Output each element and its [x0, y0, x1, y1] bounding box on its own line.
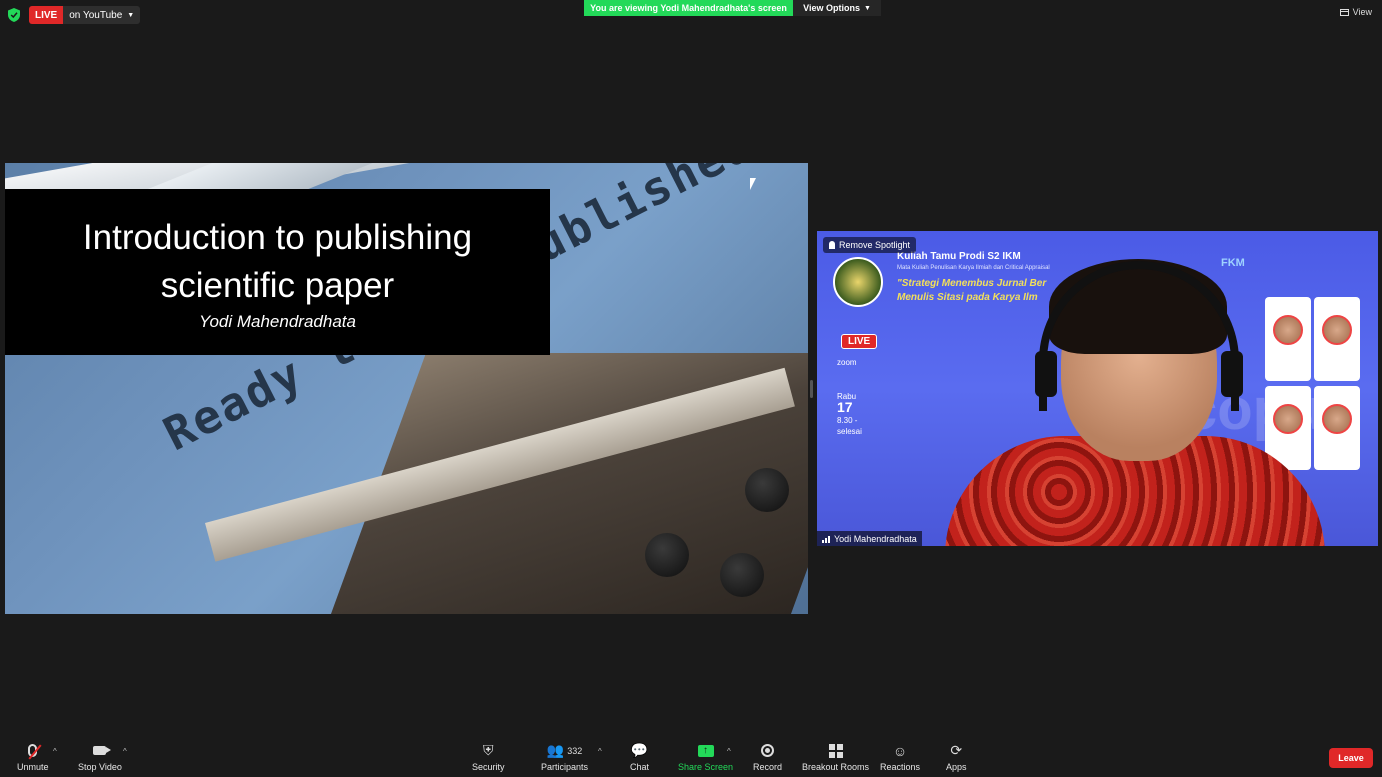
remove-spotlight-button[interactable]: Remove Spotlight	[823, 237, 917, 253]
chat-button[interactable]: 💬 Chat	[630, 742, 649, 772]
record-button[interactable]: Record	[753, 742, 782, 772]
participants-button[interactable]: 👥 332 Participants	[541, 742, 588, 772]
microphone-muted-icon	[28, 744, 42, 760]
record-icon	[761, 744, 774, 757]
live-platform-dropdown[interactable]: on YouTube ▼	[63, 6, 141, 24]
background-event-subtitle: Mata Kuliah Penulisan Karya Ilmiah dan C…	[897, 265, 1050, 271]
view-button[interactable]: View	[1339, 7, 1372, 17]
signal-strength-icon	[822, 535, 830, 543]
audio-options-chevron-icon[interactable]: ^	[53, 747, 57, 756]
background-fkm-logo: FKM	[1221, 257, 1245, 269]
background-headline: "Strategi Menembus Jurnal Ber Menulis Si…	[897, 277, 1046, 305]
live-streaming-indicator[interactable]: LIVE on YouTube ▼	[29, 6, 141, 24]
speaker-name: Yodi Mahendradhata	[834, 533, 917, 544]
leave-button[interactable]: Leave	[1329, 748, 1373, 768]
background-live-badge: LIVE	[841, 334, 878, 349]
viewing-screen-banner: You are viewing Yodi Mahendradhata's scr…	[584, 0, 793, 16]
stop-video-label: Stop Video	[78, 762, 122, 772]
split-divider-handle[interactable]	[810, 380, 813, 398]
slide-title-line-2: scientific paper	[160, 266, 395, 305]
record-label: Record	[753, 762, 783, 772]
mouse-pointer-icon	[750, 178, 756, 190]
background-headline-2: Menulis Sitasi pada Karya Ilm	[897, 292, 1038, 303]
security-label: Security	[472, 762, 505, 772]
chevron-down-icon: ▼	[127, 11, 135, 19]
breakout-rooms-label: Breakout Rooms	[802, 762, 870, 772]
panelist-card	[1314, 297, 1360, 381]
view-options-label: View Options	[803, 3, 860, 13]
meeting-toolbar: Unmute ^ Stop Video ^ ⛨ Security 👥 332 Pa…	[0, 737, 1382, 777]
share-options-chevron-icon[interactable]: ^	[727, 747, 731, 756]
security-shield-icon: ⛨	[483, 742, 494, 758]
video-options-chevron-icon[interactable]: ^	[123, 747, 127, 756]
chat-label: Chat	[630, 762, 650, 772]
security-button[interactable]: ⛨ Security	[472, 742, 505, 772]
speaker-video-tile[interactable]: Kuliah Tamu Prodi S2 IKM Mata Kuliah Pen…	[817, 231, 1378, 546]
background-event-title: Kuliah Tamu Prodi S2 IKM	[897, 251, 1021, 262]
participant-count: 332	[567, 745, 583, 756]
reactions-label: Reactions	[880, 762, 921, 772]
panelist-card	[1314, 386, 1360, 470]
participants-icon: 👥	[546, 742, 565, 758]
stop-video-button[interactable]: Stop Video	[78, 742, 122, 772]
unmute-label: Unmute	[17, 762, 49, 772]
participants-options-chevron-icon[interactable]: ^	[598, 747, 602, 756]
chevron-down-icon: ▼	[863, 4, 871, 12]
background-headline-1: "Strategi Menembus Jurnal Ber	[897, 278, 1047, 289]
shared-screen[interactable]: Ready to get published Introduction to p…	[5, 163, 808, 614]
share-screen-icon: ↑	[697, 744, 714, 757]
chat-bubble-icon: 💬	[630, 742, 649, 758]
pin-icon	[829, 241, 835, 249]
speaker-name-tag: Yodi Mahendradhata	[817, 531, 922, 546]
headset-earcup	[1035, 351, 1057, 397]
slide-author: Yodi Mahendradhata	[199, 312, 356, 331]
typewriter-key	[645, 533, 689, 577]
live-platform-label: on YouTube	[69, 9, 123, 21]
share-screen-label: Share Screen	[678, 762, 734, 772]
panelist-card	[1265, 297, 1311, 381]
view-options-button[interactable]: View Options ▼	[793, 0, 881, 16]
university-logo-icon	[833, 257, 883, 307]
view-label: View	[1352, 7, 1372, 17]
breakout-rooms-icon	[828, 743, 843, 758]
typewriter-key	[720, 553, 764, 597]
typewriter-key	[745, 468, 789, 512]
apps-button[interactable]: ⟳ Apps	[946, 742, 967, 772]
breakout-rooms-button[interactable]: Breakout Rooms	[802, 742, 869, 772]
headset-earcup	[1221, 351, 1243, 397]
reactions-button[interactable]: ☺ Reactions	[880, 742, 921, 773]
live-badge: LIVE	[29, 6, 64, 24]
background-time-1: 8.30 -	[837, 416, 858, 425]
video-camera-icon	[93, 746, 112, 755]
background-zoom-label: zoom	[837, 358, 857, 367]
shield-icon[interactable]	[8, 8, 20, 22]
background-date: Rabu 17 8.30 - selesai	[837, 391, 862, 437]
share-screen-button[interactable]: ↑ Share Screen	[678, 742, 733, 772]
apps-icon: ⟳	[950, 742, 963, 758]
remove-spotlight-label: Remove Spotlight	[839, 240, 911, 250]
background-time-2: selesai	[837, 427, 862, 436]
apps-label: Apps	[946, 762, 967, 772]
reactions-smiley-icon: ☺	[892, 742, 908, 759]
slide-title-line-1: Introduction to publishing	[82, 218, 473, 257]
slide-title-card: Introduction to publishing scientific pa…	[5, 189, 550, 355]
unmute-button[interactable]: Unmute	[17, 742, 49, 772]
view-layout-icon	[1339, 8, 1349, 16]
participants-label: Participants	[541, 762, 589, 772]
background-date-number: 17	[837, 399, 853, 415]
